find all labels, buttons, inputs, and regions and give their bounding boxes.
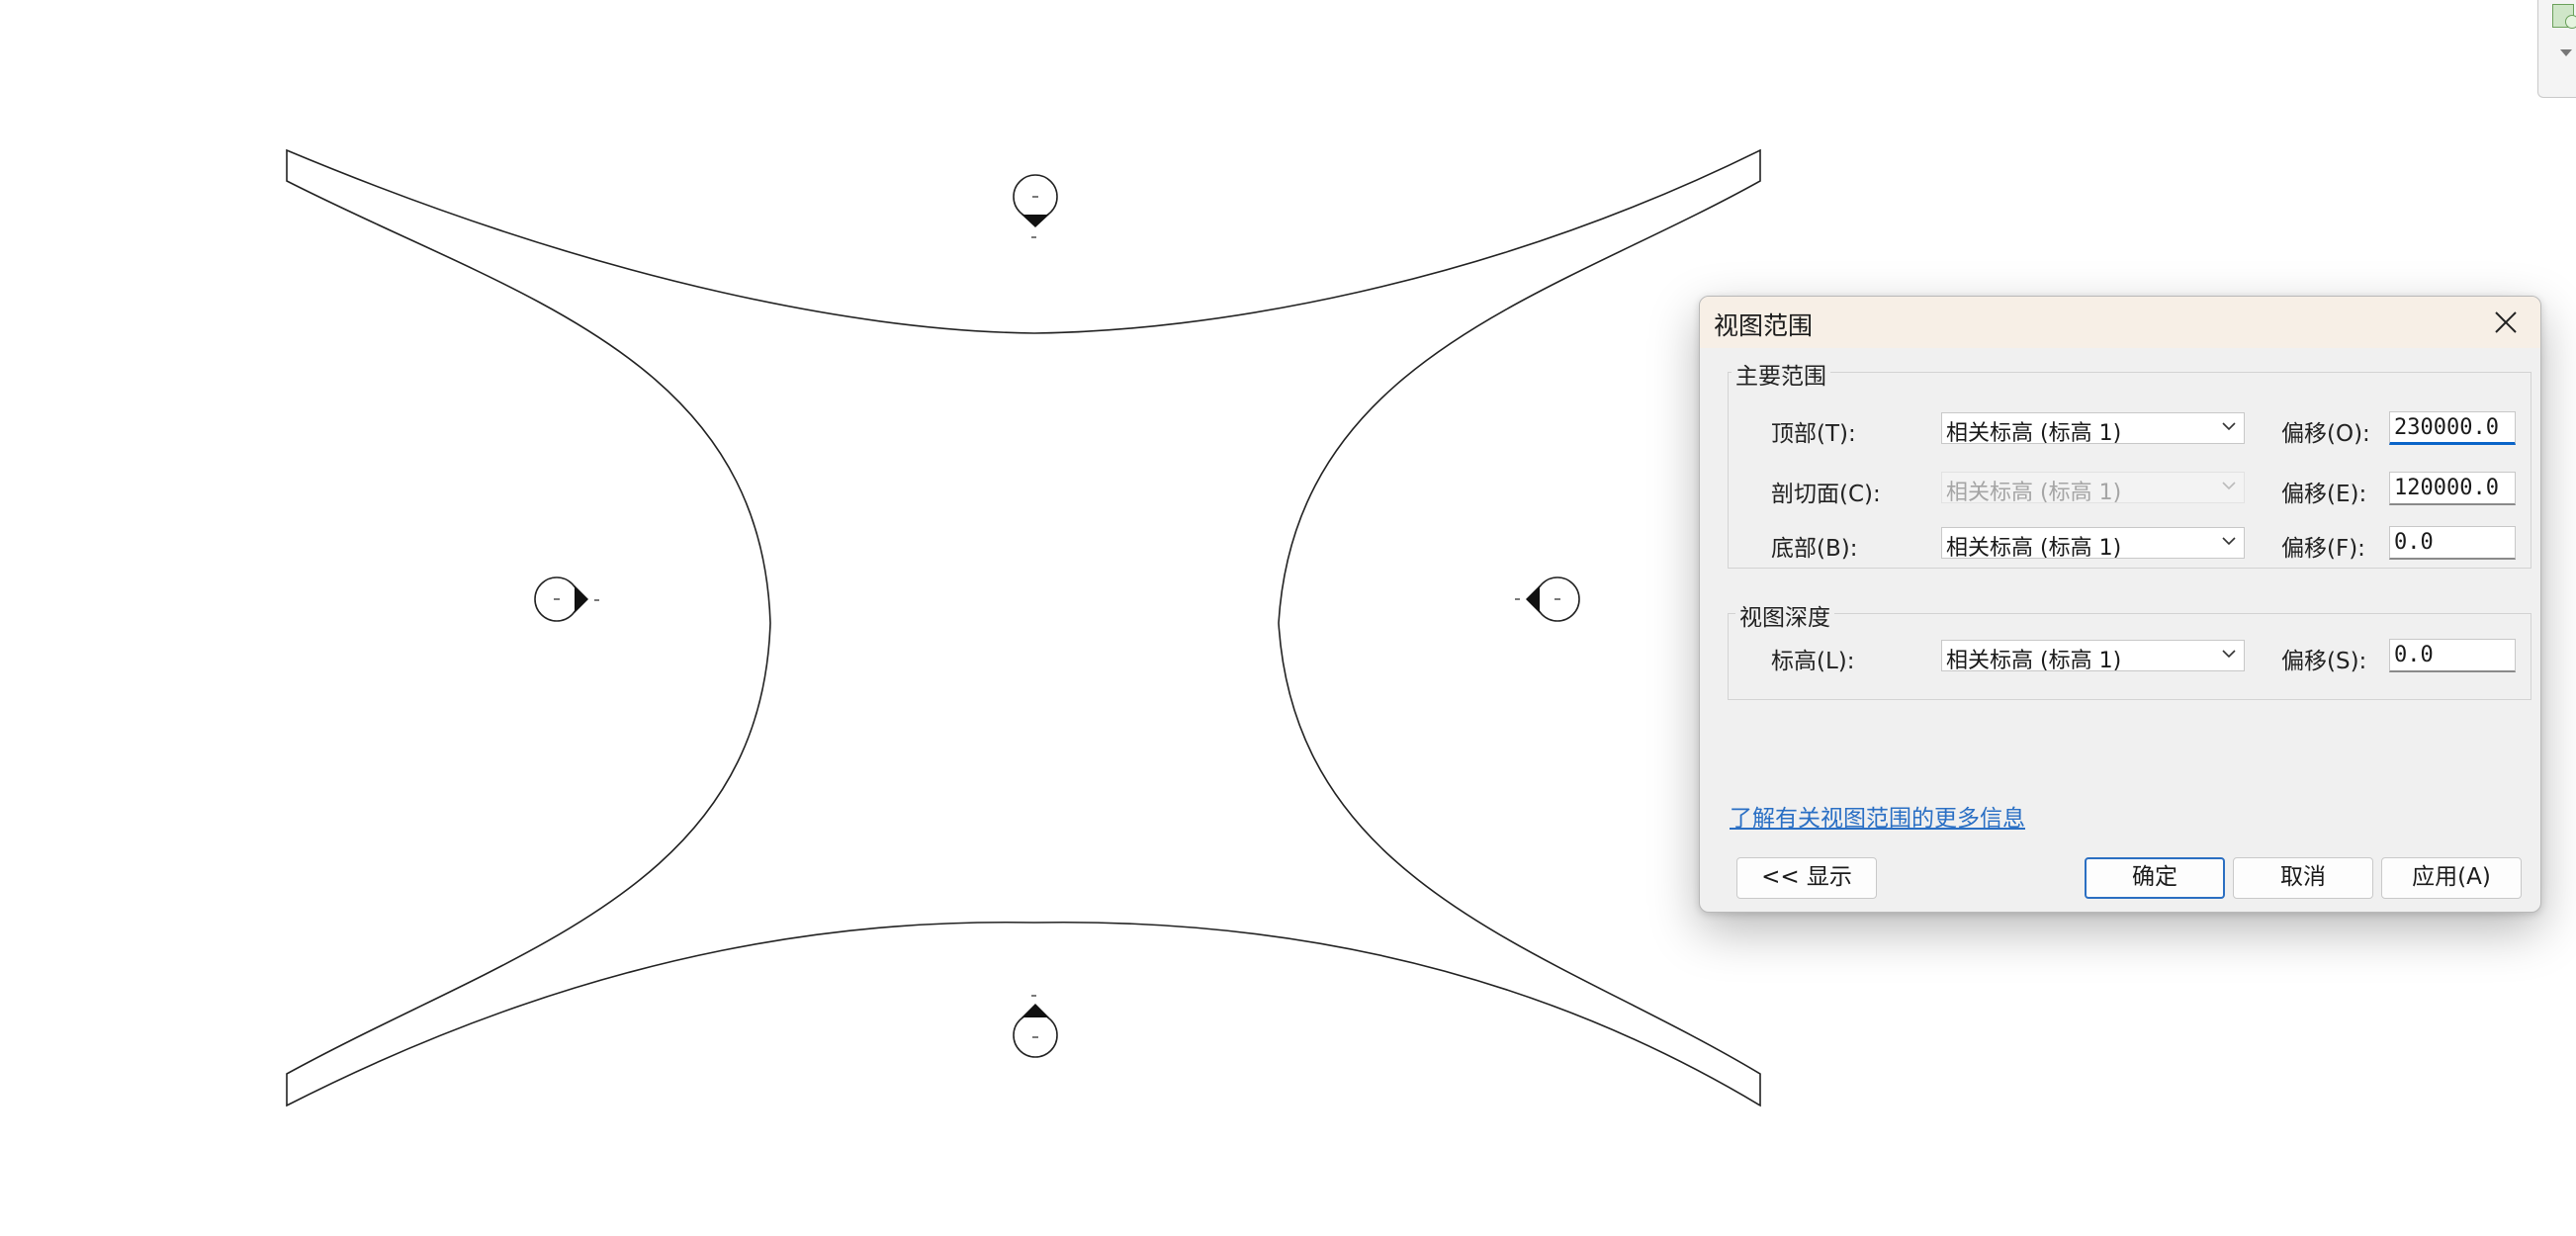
elevation-marker-east[interactable] <box>1515 576 1580 622</box>
top-offset-input[interactable] <box>2389 411 2516 445</box>
depth-level-value: 相关标高 (标高 1) <box>1946 649 2122 673</box>
cut-plane-label: 剖切面(C): <box>1771 482 1881 507</box>
cut-plane-offset-label: 偏移(E): <box>2281 482 2367 507</box>
show-button[interactable]: << 显示 <box>1736 857 1877 899</box>
level-label: 标高(L): <box>1771 649 1855 674</box>
top-level-select[interactable]: 相关标高 (标高 1) <box>1941 412 2245 446</box>
chevron-down-icon <box>2222 482 2236 490</box>
cut-plane-level-value: 相关标高 (标高 1) <box>1946 481 2122 505</box>
top-label: 顶部(T): <box>1771 421 1856 447</box>
depth-offset-label: 偏移(S): <box>2281 649 2367 674</box>
close-icon <box>2495 311 2517 333</box>
elevation-marker-west[interactable] <box>534 576 599 622</box>
depth-level-select[interactable]: 相关标高 (标高 1) <box>1941 640 2245 673</box>
ok-button[interactable]: 确定 <box>2085 857 2225 899</box>
top-level-value: 相关标高 (标高 1) <box>1946 421 2122 446</box>
chevron-down-icon <box>2222 422 2236 431</box>
cancel-button[interactable]: 取消 <box>2233 857 2373 899</box>
close-button[interactable] <box>2481 301 2531 344</box>
bottom-level-select[interactable]: 相关标高 (标高 1) <box>1941 527 2245 561</box>
cut-plane-offset-input[interactable] <box>2389 472 2516 505</box>
cut-plane-level-select: 相关标高 (标高 1) <box>1941 472 2245 505</box>
floor-outline[interactable] <box>286 148 1761 1107</box>
view-control-icon[interactable] <box>2552 4 2576 29</box>
bottom-level-value: 相关标高 (标高 1) <box>1946 536 2122 561</box>
chevron-down-icon <box>2222 650 2236 659</box>
chevron-down-icon <box>2222 537 2236 546</box>
apply-button[interactable]: 应用(A) <box>2381 857 2522 899</box>
top-offset-label: 偏移(O): <box>2281 421 2370 447</box>
dialog-title: 视图范围 <box>1714 311 1814 340</box>
elevation-marker-north[interactable] <box>1013 174 1058 238</box>
dropdown-arrow-icon[interactable] <box>2560 49 2572 56</box>
bottom-offset-input[interactable] <box>2389 526 2516 560</box>
depth-offset-input[interactable] <box>2389 639 2516 672</box>
primary-range-title: 主要范围 <box>1732 357 1830 391</box>
view-range-dialog: 视图范围 主要范围 顶部(T): 相关标高 (标高 1) 偏移(O): 剖切面(… <box>1699 296 2541 913</box>
view-cube-toolbar[interactable] <box>2537 0 2576 98</box>
bottom-offset-label: 偏移(F): <box>2281 536 2365 562</box>
bottom-label: 底部(B): <box>1771 536 1858 562</box>
elevation-marker-south[interactable] <box>1013 995 1058 1058</box>
view-range-help-link[interactable]: 了解有关视图范围的更多信息 <box>1730 799 2025 833</box>
view-depth-title: 视图深度 <box>1735 598 1834 632</box>
dialog-titlebar[interactable]: 视图范围 <box>1700 297 2540 348</box>
